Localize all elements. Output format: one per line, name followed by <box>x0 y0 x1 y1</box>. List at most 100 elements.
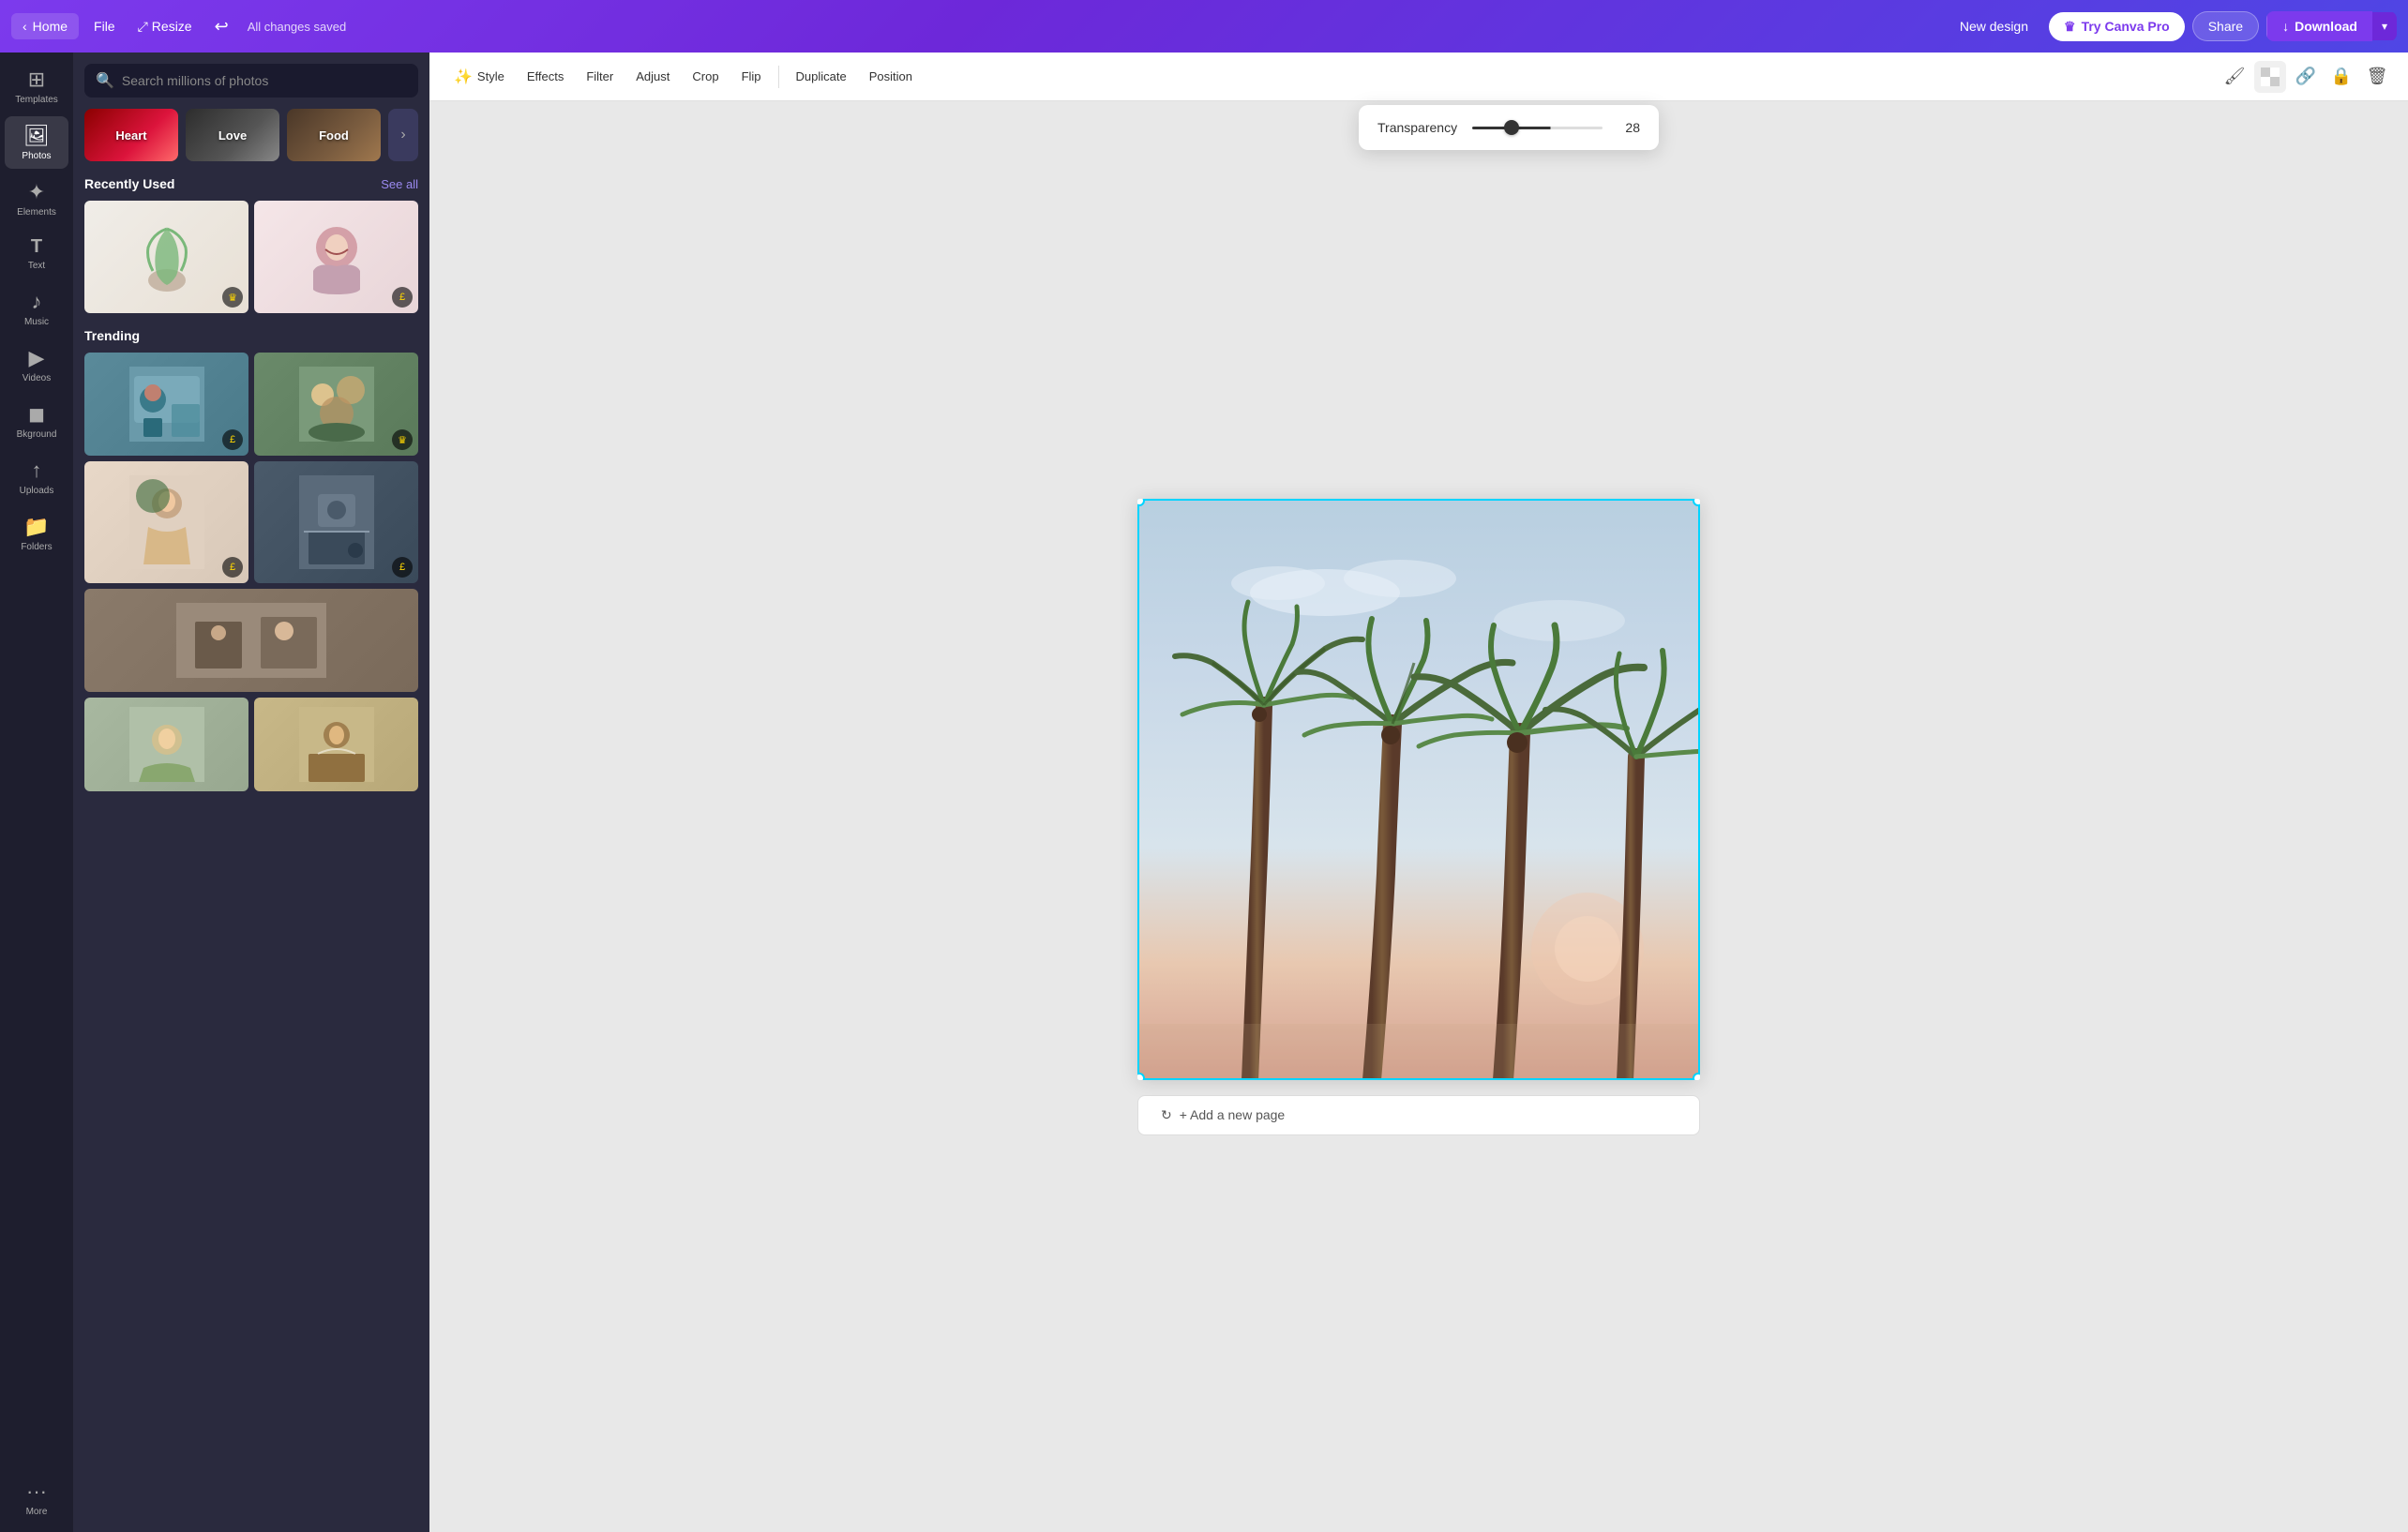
share-button[interactable]: Share <box>2192 11 2259 41</box>
trending-photo-5[interactable] <box>84 589 418 692</box>
category-food[interactable]: Food <box>287 109 381 161</box>
category-love-label: Love <box>218 128 247 143</box>
trending-photo-2[interactable]: ♛ <box>254 353 418 456</box>
recently-used-photo-2[interactable]: £ <box>254 201 418 313</box>
sidebar-item-templates[interactable]: ⊞ Templates <box>5 60 68 113</box>
pro-badge-1: ♛ <box>222 287 243 308</box>
search-input[interactable] <box>122 73 407 88</box>
transparency-slider[interactable] <box>1472 127 1603 129</box>
trending-badge-4: £ <box>392 557 413 578</box>
sidebar-item-label: Folders <box>21 542 52 552</box>
add-page-button[interactable]: ↻ + Add a new page <box>1137 1095 1700 1135</box>
download-dropdown-button[interactable]: ▾ <box>2372 12 2397 40</box>
file-label: File <box>94 19 115 34</box>
trending-photo-6[interactable] <box>84 698 248 791</box>
transparency-value: 28 <box>1618 120 1640 135</box>
trending-header: Trending <box>84 328 418 343</box>
style-icon: ✨ <box>454 68 473 86</box>
search-box: 🔍 <box>84 64 418 98</box>
link-icon: 🔗 <box>2295 67 2316 86</box>
recently-used-photo-1[interactable]: ♛ <box>84 201 248 313</box>
style-label: Style <box>477 69 504 83</box>
download-group: ↓ Download ▾ <box>2266 11 2397 41</box>
sidebar-item-uploads[interactable]: ↑ Uploads <box>5 451 68 503</box>
style-button[interactable]: ✨ Style <box>444 62 514 92</box>
resize-button[interactable]: ⤢ Resize <box>130 13 200 40</box>
lock-icon: 🔒 <box>2331 67 2352 86</box>
trending-photo-7[interactable] <box>254 698 418 791</box>
download-icon: ↓ <box>2282 19 2289 34</box>
download-button[interactable]: ↓ Download <box>2266 11 2372 41</box>
transparency-dropdown: Transparency 28 <box>1359 105 1659 150</box>
sidebar-item-more[interactable]: ··· More <box>5 1472 68 1524</box>
trending-photo-3[interactable]: £ <box>84 461 248 583</box>
trending-photo-1[interactable]: £ <box>84 353 248 456</box>
sidebar-item-label: Text <box>28 261 45 271</box>
undo-button[interactable]: ↩ <box>207 11 236 42</box>
duplicate-label: Duplicate <box>796 69 847 83</box>
palm-svg <box>1137 499 1700 1080</box>
flip-label: Flip <box>742 69 761 83</box>
recently-used-grid: ♛ £ <box>84 201 418 313</box>
adjust-button[interactable]: Adjust <box>626 64 679 89</box>
link-button[interactable]: 🔗 <box>2290 61 2322 93</box>
transparency-icon <box>2261 68 2280 86</box>
new-design-button[interactable]: New design <box>1947 13 2041 39</box>
toolbar-divider <box>778 66 779 88</box>
lock-button[interactable]: 🔒 <box>2325 61 2357 93</box>
category-food-label: Food <box>319 128 349 143</box>
sidebar-item-elements[interactable]: ✦ Elements <box>5 173 68 225</box>
add-page-label: + Add a new page <box>1180 1107 1286 1122</box>
delete-button[interactable]: 🗑 <box>2361 61 2393 93</box>
resize-icon: ⤢ <box>138 19 148 35</box>
sidebar-item-photos[interactable]: 🖼 Photos <box>5 116 68 169</box>
category-heart[interactable]: Heart <box>84 109 178 161</box>
trending-photo-4[interactable]: £ <box>254 461 418 583</box>
sidebar-item-videos[interactable]: ▶ Videos <box>5 338 68 391</box>
copy-style-button[interactable]: 🖌 <box>2219 61 2250 93</box>
sidebar-item-label: Photos <box>22 151 51 161</box>
flip-button[interactable]: Flip <box>732 64 771 89</box>
sidebar-item-music[interactable]: ♪ Music <box>5 282 68 335</box>
photos-panel: 🔍 Heart Love Food › Recently Used <box>73 53 429 1532</box>
try-pro-button[interactable]: ♛ Try Canva Pro <box>2049 12 2185 41</box>
effects-label: Effects <box>527 69 564 83</box>
home-button[interactable]: ‹ Home <box>11 13 79 39</box>
search-icon: 🔍 <box>96 71 114 90</box>
chevron-left-icon: ‹ <box>23 19 27 34</box>
transparency-button[interactable] <box>2254 61 2286 93</box>
file-button[interactable]: File <box>86 13 123 39</box>
recently-used-header: Recently Used See all <box>84 176 418 191</box>
see-all-button[interactable]: See all <box>381 177 418 191</box>
add-page-icon: ↻ <box>1161 1107 1172 1123</box>
canvas-area: ↻ ↻ + Add a new page <box>429 101 2408 1532</box>
home-label: Home <box>33 19 68 34</box>
sidebar-item-label: Elements <box>17 207 56 218</box>
panel-content: Recently Used See all ♛ <box>73 173 429 1532</box>
templates-icon: ⊞ <box>28 68 45 92</box>
position-label: Position <box>869 69 912 83</box>
filter-button[interactable]: Filter <box>577 64 623 89</box>
position-button[interactable]: Position <box>860 64 922 89</box>
sidebar-item-label: Uploads <box>20 486 54 496</box>
adjust-label: Adjust <box>636 69 670 83</box>
effects-button[interactable]: Effects <box>518 64 574 89</box>
pro-badge-2: £ <box>392 287 413 308</box>
canvas[interactable]: ↻ <box>1137 499 1700 1080</box>
sidebar-item-background[interactable]: ◼ Bkground <box>5 395 68 447</box>
text-icon: T <box>31 236 42 258</box>
resize-label: Resize <box>152 19 192 34</box>
crop-label: Crop <box>692 69 718 83</box>
music-icon: ♪ <box>32 290 42 314</box>
canvas-toolbar: ✨ Style Effects Filter Adjust Crop Flip … <box>429 53 2408 101</box>
category-love[interactable]: Love <box>186 109 279 161</box>
sidebar-item-folders[interactable]: 📁 Folders <box>5 507 68 560</box>
trending-badge-1: £ <box>222 429 243 450</box>
duplicate-button[interactable]: Duplicate <box>787 64 856 89</box>
uploads-icon: ↑ <box>32 458 42 483</box>
saved-status: All changes saved <box>248 20 347 34</box>
sidebar-item-text[interactable]: T Text <box>5 229 68 278</box>
crop-button[interactable]: Crop <box>683 64 728 89</box>
category-next-button[interactable]: › <box>388 109 418 161</box>
trending-grid: £ ♛ <box>84 353 418 791</box>
